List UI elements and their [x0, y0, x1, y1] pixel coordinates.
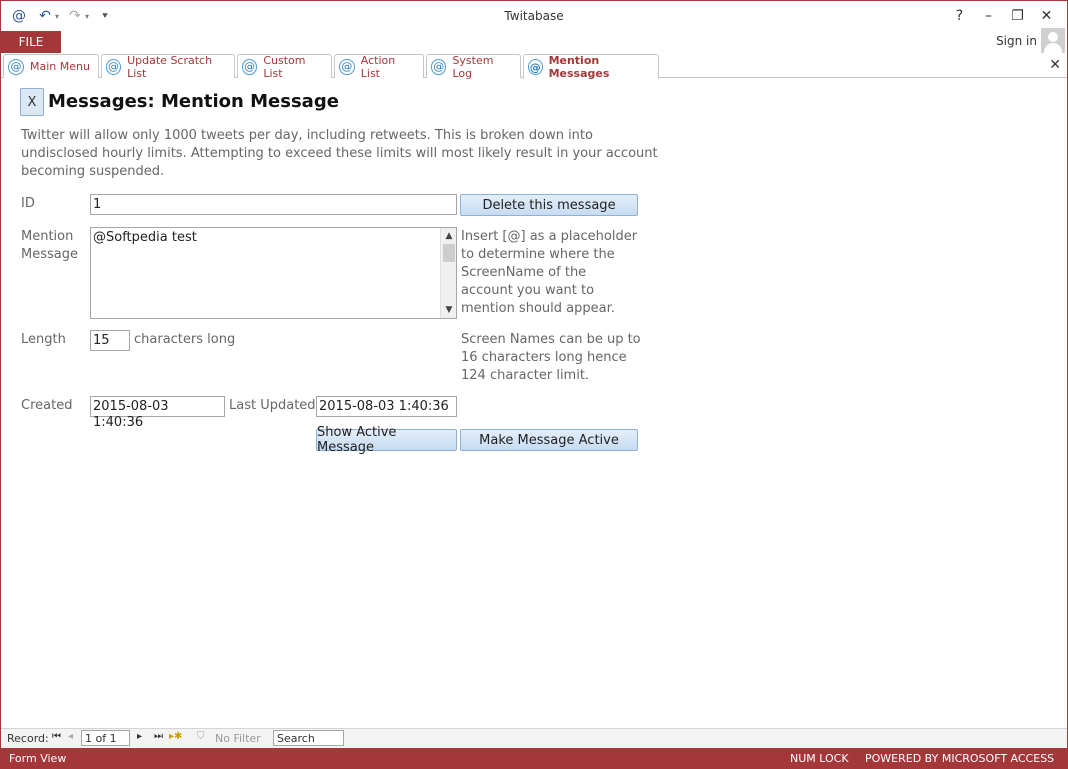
id-label: ID [21, 196, 35, 211]
mention-label-line1: Mention [21, 229, 74, 244]
tab-custom-list[interactable]: @ Custom List [237, 53, 332, 80]
tab-action-list[interactable]: @ Action List [334, 53, 424, 80]
numlock-status: NUM LOCK [790, 752, 849, 765]
mention-message-text: @Softpedia test [93, 230, 197, 245]
show-active-message-button[interactable]: Show Active Message [316, 425, 457, 455]
ribbon-row: FILE Sign in [1, 28, 1067, 54]
new-record-icon[interactable]: ▸✱ [169, 731, 182, 742]
tab-main-menu[interactable]: @ Main Menu [3, 54, 99, 78]
description-text: Twitter will allow only 1000 tweets per … [21, 128, 658, 179]
tab-update-scratch-list[interactable]: @ Update Scratch List [101, 53, 235, 80]
last-updated-label: Last Updated [229, 398, 316, 413]
tab-label: Main Menu [30, 60, 90, 73]
record-navigator: Record: ⏮ ◂ 1 of 1 ▸ ⏭ ▸✱ ⛉ No Filter Se… [1, 728, 1067, 748]
at-icon: @ [339, 58, 355, 75]
record-position-field[interactable]: 1 of 1 [81, 730, 130, 746]
at-icon: @ [431, 58, 447, 75]
document-tabs: @ Main Menu @ Update Scratch List @ Cust… [1, 53, 1067, 80]
previous-record-icon[interactable]: ◂ [68, 731, 73, 742]
tab-label: Mention Messages [548, 54, 610, 80]
page-title: Messages: Mention Message [48, 91, 339, 112]
textarea-scrollbar[interactable]: ▲ ▼ [440, 228, 456, 318]
at-icon: @ [528, 59, 543, 75]
close-button[interactable]: ✕ [1032, 5, 1061, 27]
created-field[interactable]: 2015-08-03 1:40:36 [90, 396, 225, 430]
delete-message-button[interactable]: Delete this message [460, 194, 638, 216]
file-tab[interactable]: FILE [1, 31, 61, 53]
tab-label: Custom List [263, 53, 306, 80]
help-button[interactable]: ? [945, 5, 974, 27]
length-field[interactable]: 15 [90, 330, 130, 351]
scroll-up-icon[interactable]: ▲ [441, 229, 457, 243]
at-icon: @ [106, 58, 122, 75]
tab-label: Update Scratch List [127, 53, 213, 80]
powered-by-status: POWERED BY MICROSOFT ACCESS [865, 752, 1055, 765]
at-icon: @ [242, 58, 258, 75]
make-message-active-button[interactable]: Make Message Active [460, 429, 638, 451]
length-hint: Screen Names can be up to 16 characters … [461, 332, 641, 383]
title-bar: @ ↶ ▾ ↷ ▾ ⯆ Twitabase ? – ❐ ✕ [1, 1, 1067, 31]
mention-label-line2: Message [21, 247, 78, 262]
next-record-icon[interactable]: ▸ [137, 731, 142, 742]
search-input[interactable]: Search [273, 730, 344, 746]
view-status: Form View [9, 752, 67, 765]
last-updated-field[interactable]: 2015-08-03 1:40:36 [316, 396, 457, 417]
at-icon: @ [8, 58, 24, 75]
close-form-button[interactable]: X [20, 88, 44, 116]
created-label: Created [21, 398, 73, 413]
status-bar: Form View NUM LOCK POWERED BY MICROSOFT … [1, 748, 1067, 769]
last-record-icon[interactable]: ⏭ [154, 731, 163, 742]
no-filter-label[interactable]: No Filter [215, 732, 261, 745]
mention-message-form: X Messages: Mention Message Twitter will… [1, 79, 1067, 727]
sign-in-link[interactable]: Sign in [996, 34, 1037, 48]
filter-icon[interactable]: ⛉ [197, 731, 205, 742]
record-label: Record: [7, 732, 49, 745]
mention-message-textarea[interactable]: @Softpedia test ▲ ▼ [90, 227, 457, 319]
tab-label: Action List [360, 53, 396, 80]
close-document-icon[interactable]: ✕ [1049, 57, 1061, 73]
tab-system-log[interactable]: @ System Log [426, 53, 521, 80]
mention-hint: Insert [@] as a placeholder to determine… [461, 229, 638, 316]
mention-label: Mention Message [21, 228, 78, 264]
tab-mention-messages[interactable]: @ Mention Messages [523, 54, 659, 80]
avatar-icon[interactable] [1041, 28, 1065, 54]
tab-label: System Log [452, 53, 494, 80]
scroll-thumb[interactable] [443, 244, 455, 262]
first-record-icon[interactable]: ⏮ [52, 731, 61, 742]
scroll-down-icon[interactable]: ▼ [441, 303, 457, 317]
restore-button[interactable]: ❐ [1003, 5, 1032, 27]
length-suffix: characters long [134, 332, 236, 347]
minimize-button[interactable]: – [974, 5, 1003, 27]
window-title: Twitabase [504, 9, 564, 23]
window-controls: ? – ❐ ✕ [945, 5, 1061, 27]
app-window: @ ↶ ▾ ↷ ▾ ⯆ Twitabase ? – ❐ ✕ FILE Sign … [0, 0, 1068, 769]
id-field[interactable]: 1 [90, 194, 457, 215]
length-label: Length [21, 332, 66, 347]
